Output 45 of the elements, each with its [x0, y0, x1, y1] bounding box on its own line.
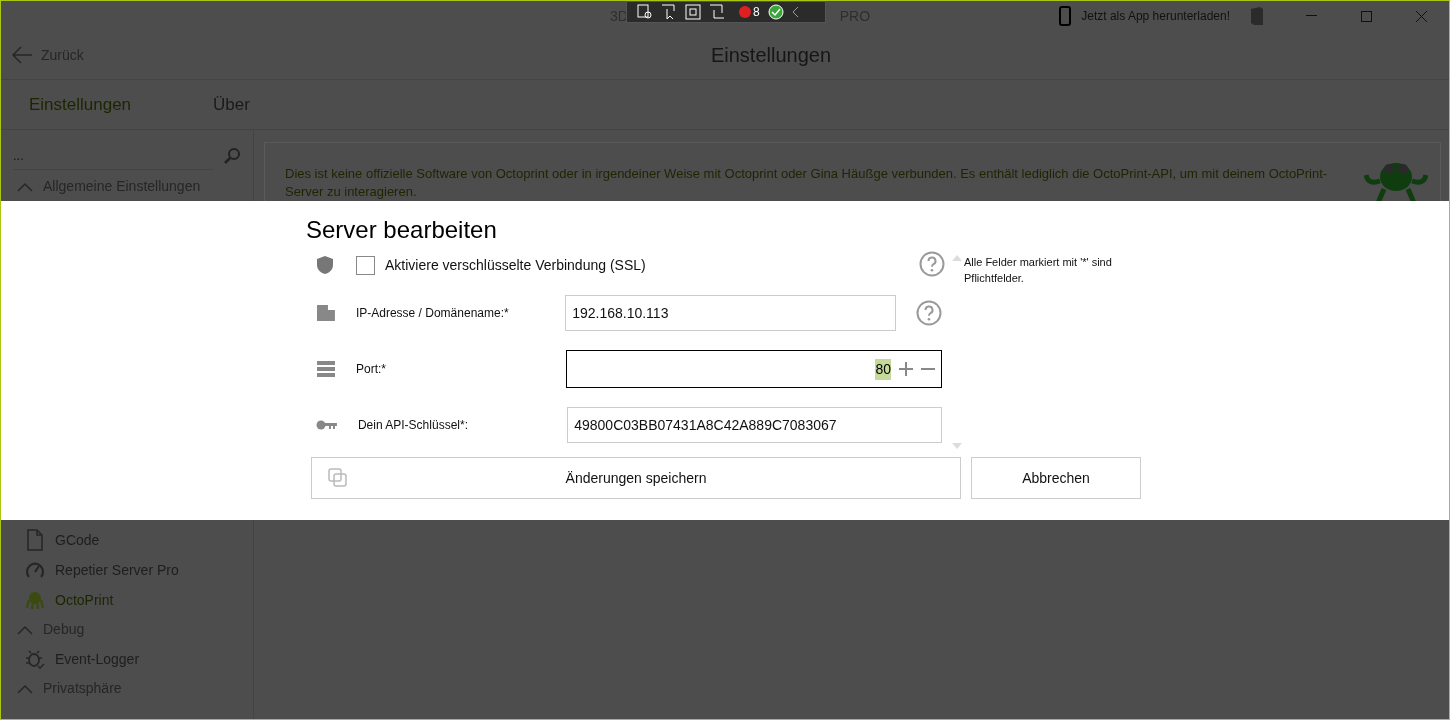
- file-icon: [26, 529, 44, 551]
- gauge-icon: [25, 560, 45, 580]
- help-icon[interactable]: [916, 300, 942, 326]
- tab[interactable]: Einstellungen: [29, 91, 132, 118]
- help-icon[interactable]: [919, 251, 945, 277]
- search-icon[interactable]: [223, 147, 241, 165]
- field-label: IP-Adresse / Domänename:*: [355, 305, 510, 322]
- field-label: Dein API-Schlüssel*:: [357, 417, 469, 434]
- key-icon: [316, 419, 338, 431]
- ssl-label: Aktiviere verschlüsselte Verbindung (SSL): [385, 255, 646, 275]
- required-fields-note: Alle Felder markiert mit '*' sind Pflichtfelder.: [964, 255, 1113, 286]
- maximize-icon: [1361, 10, 1372, 22]
- plus-icon[interactable]: [899, 362, 913, 376]
- chevron-left-icon[interactable]: [791, 6, 800, 18]
- minimize-icon: [1306, 15, 1317, 17]
- sidebar-item[interactable]: OctoPrint: [1, 585, 253, 615]
- cancel-button[interactable]: Abbrechen: [971, 457, 1141, 499]
- close-icon: [1416, 10, 1427, 22]
- chevron-icon: [17, 683, 33, 694]
- field-label: Port:*: [356, 361, 387, 378]
- building-icon: [316, 304, 336, 322]
- shield-icon: [316, 255, 334, 275]
- octopus-icon: [25, 590, 45, 610]
- page-title: Einstellungen: [710, 43, 832, 68]
- save-changes-button[interactable]: Änderungen speichern: [311, 457, 961, 499]
- search-field[interactable]: ...: [13, 142, 213, 170]
- ssl-checkbox[interactable]: [356, 255, 375, 275]
- phone-icon: [1059, 6, 1072, 26]
- download-app-link[interactable]: Jetzt als App herunterladen!: [1081, 7, 1230, 25]
- bug-icon: [25, 649, 45, 669]
- error-counter[interactable]: 8: [739, 3, 760, 21]
- back-arrow-icon: [11, 46, 33, 64]
- dialog-title: Server bearbeiten: [306, 215, 498, 245]
- save-icon: [328, 468, 348, 488]
- port-field[interactable]: 80: [566, 350, 942, 388]
- swap-icon[interactable]: [709, 4, 725, 20]
- notice-text: Dies ist keine offizielle Software von Octoprint oder in irgendeiner Weise mit Octoprint oder Gina Häußge verbunden. Es enthält lediglich die OctoPrint-API, um mit deinem OctoPrint-Server zu interagieren.: [285, 165, 1329, 201]
- input-field[interactable]: 192.168.10.113: [565, 295, 896, 331]
- checkmark-icon[interactable]: [767, 4, 784, 20]
- chevron-icon: [17, 181, 33, 192]
- frame-icon[interactable]: [685, 4, 701, 20]
- chevron-icon: [17, 624, 33, 635]
- input-field[interactable]: 49800C03BB07431A8C42A889C7083067: [567, 407, 942, 443]
- target-icon[interactable]: [637, 4, 653, 20]
- server-icon: [316, 360, 336, 378]
